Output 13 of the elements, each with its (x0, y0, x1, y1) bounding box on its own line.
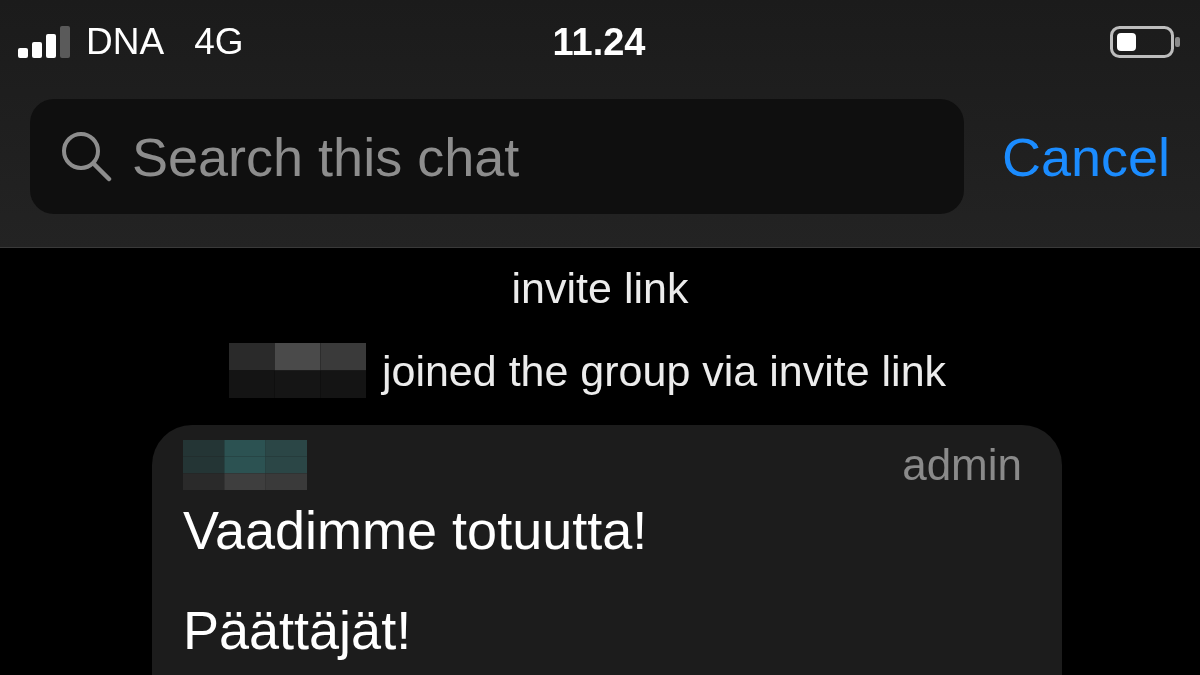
signal-icon (18, 26, 70, 58)
event-text: invite link (511, 263, 689, 313)
clock-time: 11.24 (552, 20, 646, 64)
message-text: Vaadimme totuutta! (183, 500, 649, 560)
network-type: 4G (194, 20, 244, 64)
event-text: joined the group via invite link (381, 345, 947, 396)
search-field[interactable]: Search this chat (30, 99, 964, 214)
carrier-name: DNA (86, 20, 165, 64)
search-icon (60, 130, 112, 182)
battery-icon (1110, 26, 1180, 58)
sender-role: admin (902, 440, 1022, 490)
message-text: Päättäjät! (183, 600, 413, 660)
cancel-button[interactable]: Cancel (1001, 124, 1170, 189)
